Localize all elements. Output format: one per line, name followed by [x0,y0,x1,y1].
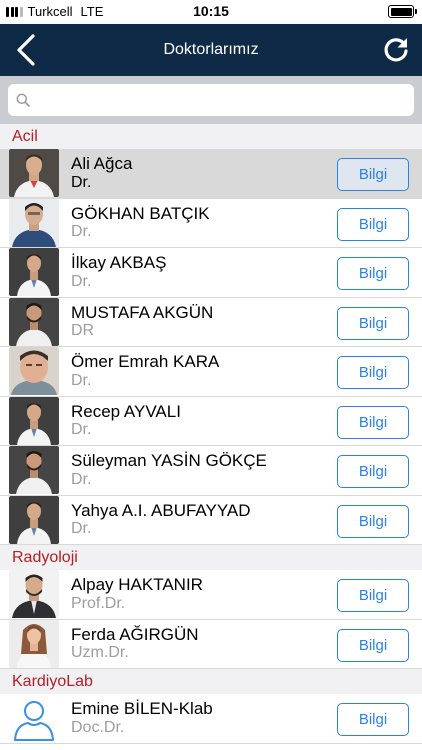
doctor-photo [9,446,59,495]
section-header: KardiyoLab [0,669,422,694]
nav-bar: Doktorlarımız [0,24,422,76]
status-bar: Turkcell LTE 10:15 [0,0,422,24]
doctor-row[interactable]: İlkay AKBAŞ Dr. Bilgi [0,248,422,298]
doctor-photo [9,248,59,297]
doctor-row[interactable]: Ali Ağca Dr. Bilgi [0,149,422,199]
doctor-row[interactable]: Ömer Emrah KARA Dr. Bilgi [0,347,422,397]
section-header: Radyoloji [0,545,422,570]
info-button[interactable]: Bilgi [337,405,409,439]
info-button[interactable]: Bilgi [337,579,409,612]
info-button[interactable]: Bilgi [337,504,409,538]
info-button[interactable]: Bilgi [337,628,409,662]
back-button[interactable] [10,34,42,66]
doctor-row[interactable]: Süleyman YASİN GÖKÇE Dr. Bilgi [0,446,422,496]
info-button[interactable]: Bilgi [337,703,409,736]
search-input[interactable] [36,86,414,114]
info-button[interactable]: Bilgi [337,455,409,488]
info-button[interactable]: Bilgi [337,158,409,191]
doctor-photo [9,347,59,396]
doctor-photo [9,570,59,619]
info-button[interactable]: Bilgi [337,306,409,340]
doctor-row[interactable]: Alpay HAKTANIR Prof.Dr. Bilgi [0,570,422,620]
battery-icon [388,5,417,18]
doctor-row[interactable]: Yahya A.I. ABUFAYYAD Dr. Bilgi [0,495,422,545]
refresh-icon [384,38,408,62]
doctor-photo [9,149,59,198]
page-title: Doktorlarımız [163,41,259,58]
doctor-row[interactable]: Emine BİLEN-Klab Doc.Dr. Bilgi [0,694,422,744]
doctor-row[interactable]: MUSTAFA AKGÜN DR Bilgi [0,297,422,347]
refresh-button[interactable] [380,34,412,66]
doctor-photo [9,619,59,668]
doctor-row[interactable]: Ferda AĞIRGÜN Uzm.Dr. Bilgi [0,619,422,669]
info-button[interactable]: Bilgi [337,356,409,389]
search-field[interactable] [8,84,414,116]
doctor-photo [9,198,59,247]
search-bar [0,76,422,124]
avatar-placeholder-icon [9,694,59,743]
doctor-photo [9,495,59,544]
doctor-row[interactable]: GÖKHAN BATÇIK Dr. Bilgi [0,198,422,248]
chevron-left-icon [17,34,35,66]
doctor-row[interactable]: Recep AYVALI Dr. Bilgi [0,396,422,446]
search-icon [16,93,30,107]
section-header: Acil [0,124,422,149]
doctor-photo [9,297,59,346]
info-button[interactable]: Bilgi [337,257,409,290]
info-button[interactable]: Bilgi [337,207,409,241]
doctor-list: Acil Ali Ağca Dr. Bilgi GÖKHAN BATÇIK Dr. Bilg… [0,124,422,744]
status-time: 10:15 [193,3,229,19]
doctor-photo [9,396,59,445]
